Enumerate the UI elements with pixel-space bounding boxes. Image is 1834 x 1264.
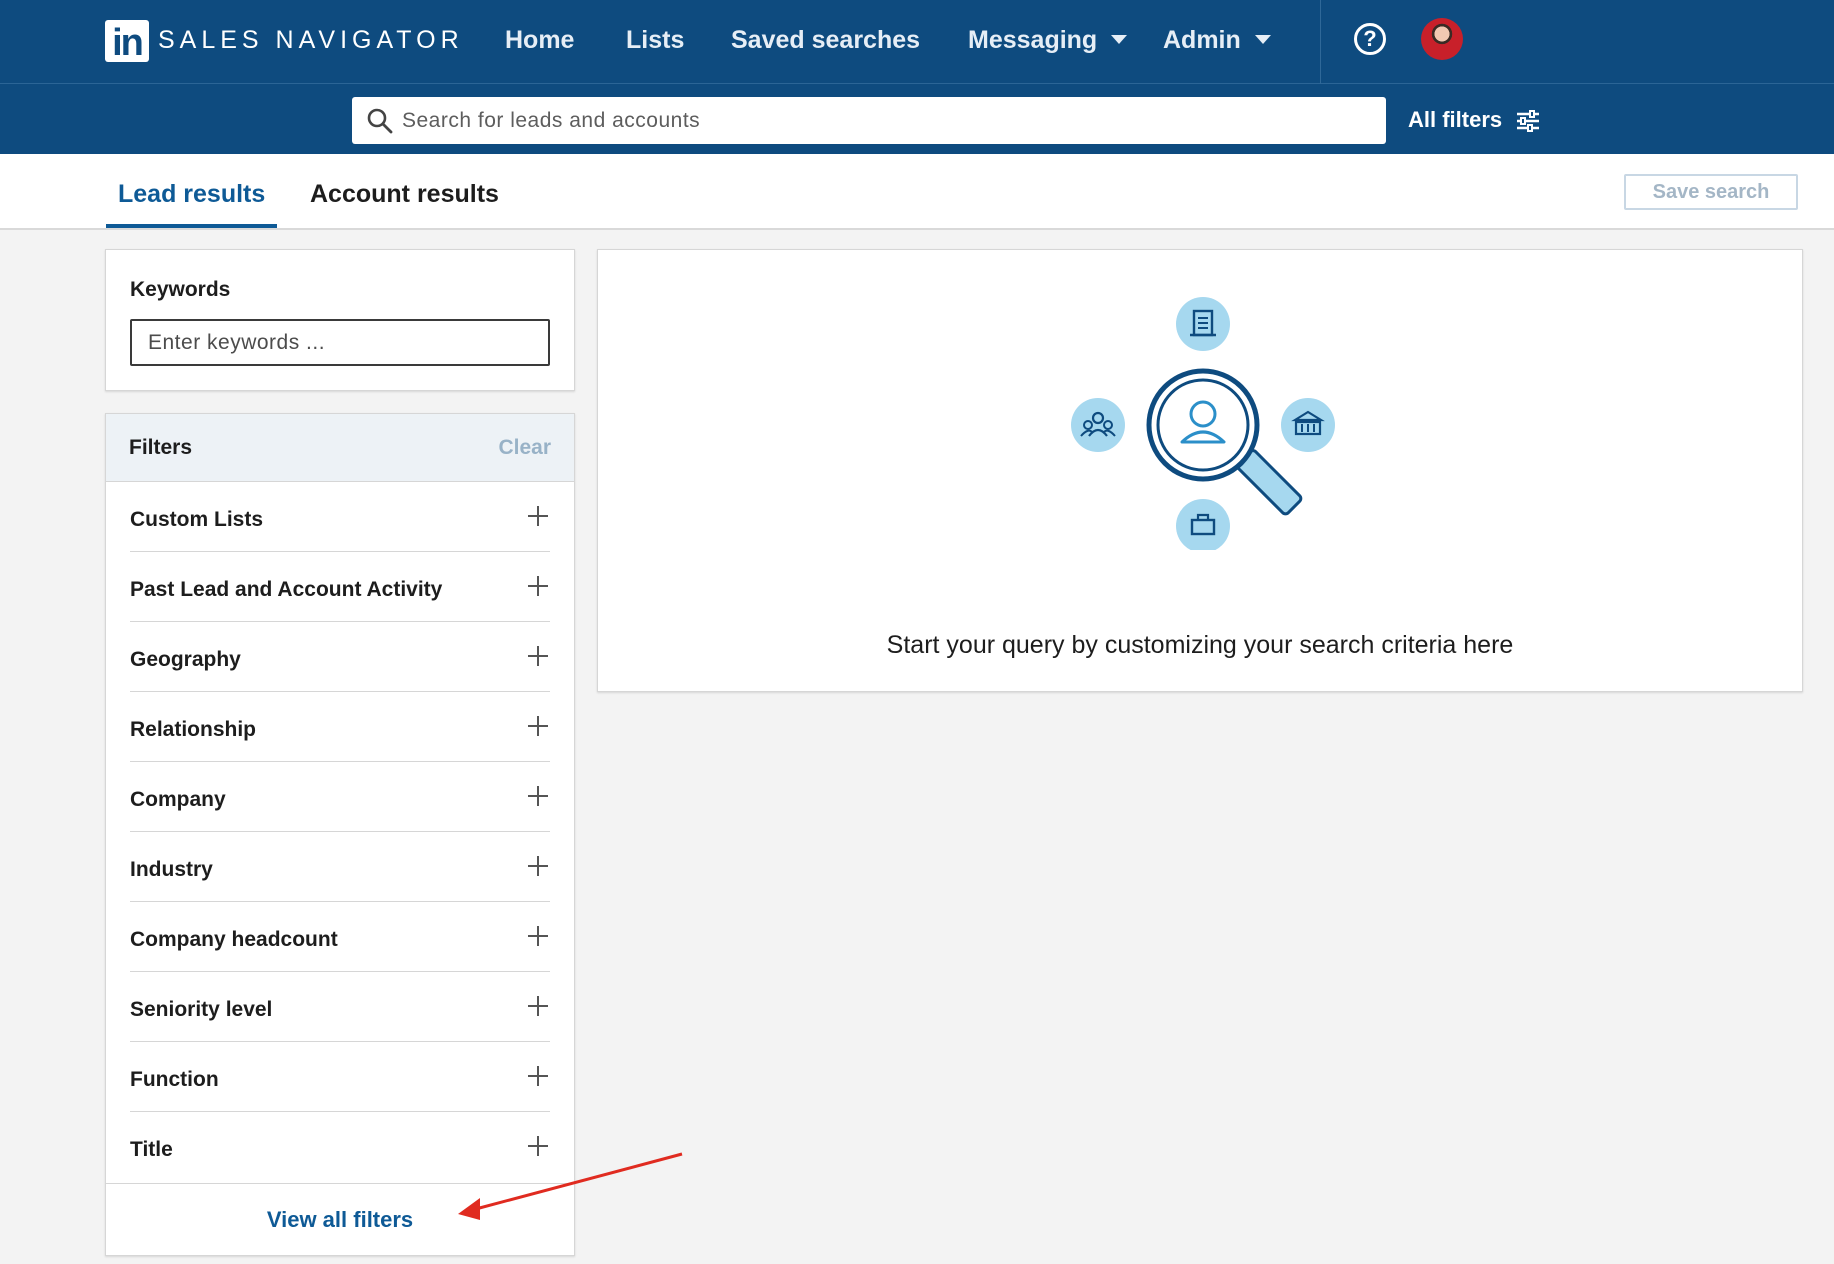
filter-label: Seniority level (130, 998, 273, 1021)
plus-icon[interactable] (528, 1066, 548, 1086)
avatar[interactable] (1421, 18, 1463, 60)
filter-seniority-level[interactable]: Seniority level (130, 972, 550, 1042)
clear-filters-button[interactable]: Clear (498, 434, 551, 462)
search-input[interactable] (402, 97, 1362, 144)
filter-label: Geography (130, 648, 241, 671)
save-search-button[interactable]: Save search (1624, 174, 1798, 210)
search-icon (367, 108, 393, 134)
bank-icon (1281, 398, 1335, 452)
plus-icon[interactable] (528, 576, 548, 596)
search-illustration (1071, 297, 1335, 550)
briefcase-icon (1176, 499, 1230, 550)
filter-geography[interactable]: Geography (130, 622, 550, 692)
filters-card: Filters Clear Custom Lists Past Lead and… (105, 413, 575, 1256)
all-filters-label: All filters (1408, 107, 1503, 132)
top-nav: in SALES NAVIGATOR Home Lists Saved sear… (0, 0, 1834, 84)
results-tabs: Lead results Account results Save search (0, 154, 1834, 230)
nav-messaging[interactable]: Messaging (968, 22, 1128, 58)
filter-label: Title (130, 1138, 173, 1161)
results-empty-state: Start your query by customizing your sea… (597, 249, 1803, 692)
help-circle-icon[interactable]: ? (1354, 23, 1386, 55)
brand-title[interactable]: SALES NAVIGATOR (158, 24, 464, 56)
keywords-input[interactable] (130, 319, 550, 366)
filter-company[interactable]: Company (130, 762, 550, 832)
plus-icon[interactable] (528, 926, 548, 946)
filter-label: Company headcount (130, 928, 338, 951)
nav-admin-label: Admin (1163, 26, 1241, 54)
plus-icon[interactable] (528, 716, 548, 736)
filter-label: Past Lead and Account Activity (130, 578, 443, 601)
plus-icon[interactable] (528, 996, 548, 1016)
search-bar: All filters (0, 84, 1834, 154)
tab-account-results[interactable]: Account results (298, 176, 511, 212)
tab-lead-results[interactable]: Lead results (106, 176, 278, 228)
nav-lists[interactable]: Lists (626, 22, 684, 58)
keywords-card: Keywords (105, 249, 575, 391)
annotation-arrow-icon (458, 1152, 683, 1220)
nav-messaging-label: Messaging (968, 26, 1098, 54)
empty-state-message: Start your query by customizing your sea… (886, 631, 1514, 659)
nav-divider (1320, 0, 1321, 84)
filter-label: Function (130, 1068, 219, 1091)
search-box (352, 97, 1386, 144)
plus-icon[interactable] (528, 856, 548, 876)
document-icon (1176, 297, 1230, 351)
filter-past-lead-activity[interactable]: Past Lead and Account Activity (130, 552, 550, 622)
group-icon (1071, 398, 1125, 452)
filter-label: Company (130, 788, 226, 811)
plus-icon[interactable] (528, 646, 548, 666)
filters-header: Filters Clear (106, 414, 574, 482)
filter-label: Relationship (130, 718, 257, 741)
filter-relationship[interactable]: Relationship (130, 692, 550, 762)
sliders-icon (1517, 110, 1540, 133)
plus-icon[interactable] (528, 506, 548, 526)
linkedin-logo[interactable]: in (105, 20, 149, 64)
nav-saved-searches[interactable]: Saved searches (731, 22, 920, 58)
filter-label: Industry (130, 858, 213, 881)
filter-custom-lists[interactable]: Custom Lists (130, 482, 550, 552)
filter-industry[interactable]: Industry (130, 832, 550, 902)
filters-title: Filters (129, 436, 193, 459)
all-filters-button[interactable]: All filters (1408, 102, 1540, 138)
chevron-down-icon (1254, 35, 1271, 44)
plus-icon[interactable] (528, 786, 548, 806)
filter-function[interactable]: Function (130, 1042, 550, 1112)
nav-home[interactable]: Home (505, 22, 574, 58)
filter-company-headcount[interactable]: Company headcount (130, 902, 550, 972)
keywords-label: Keywords (130, 278, 231, 301)
magnifier-person-icon (1146, 368, 1303, 516)
chevron-down-icon (1111, 35, 1128, 44)
filter-label: Custom Lists (130, 508, 264, 531)
nav-admin[interactable]: Admin (1163, 22, 1271, 58)
